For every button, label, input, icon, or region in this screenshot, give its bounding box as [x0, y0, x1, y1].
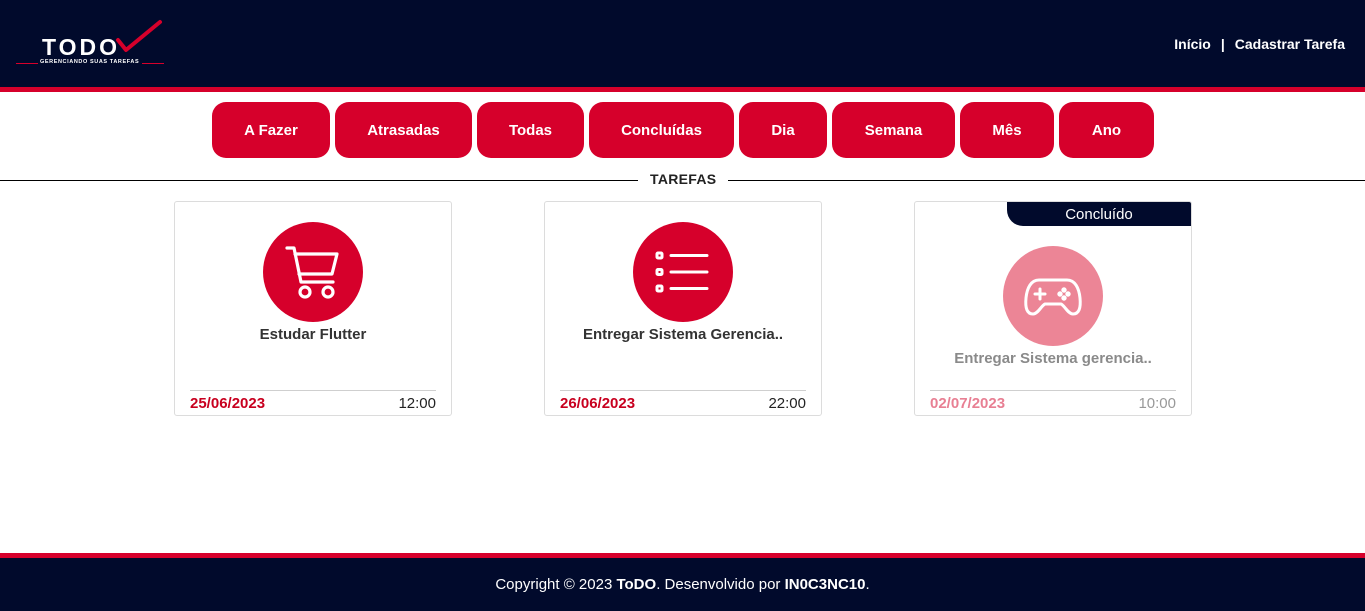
gamepad-icon — [1024, 278, 1082, 316]
task-footer-divider — [190, 390, 436, 391]
task-title: Entregar Sistema gerencia.. — [954, 350, 1152, 367]
task-card-completed[interactable]: Concluído Entregar Sistema gerencia.. 02… — [914, 201, 1192, 416]
task-date: 02/07/2023 — [930, 395, 1006, 412]
task-footer-divider — [560, 390, 806, 391]
completed-badge: Concluído — [1007, 202, 1191, 226]
logo-rule-left — [16, 63, 38, 64]
logo-subtitle: GERENCIANDO SUAS TAREFAS — [40, 59, 140, 65]
nav-home-link[interactable]: Início — [1174, 36, 1211, 52]
list-icon — [655, 251, 709, 293]
footer-brand: ToDO — [616, 576, 657, 593]
filter-todo-button[interactable]: A Fazer — [212, 102, 330, 158]
task-icon-circle — [1003, 246, 1103, 346]
filter-completed-button[interactable]: Concluídas — [589, 102, 734, 158]
filter-bar: A Fazer Atrasadas Todas Concluídas Dia S… — [212, 102, 1154, 158]
nav-register-task-link[interactable]: Cadastrar Tarefa — [1235, 36, 1345, 52]
task-card[interactable]: Entregar Sistema Gerencia.. 26/06/2023 2… — [544, 201, 822, 416]
footer-developed-by: . Desenvolvido por — [656, 576, 785, 593]
task-title: Entregar Sistema Gerencia.. — [582, 326, 784, 343]
logo[interactable]: TODO GERENCIANDO SUAS TAREFAS — [16, 18, 166, 70]
footer-copyright: Copyright © 2023 — [495, 576, 617, 593]
section-title: TAREFAS — [638, 171, 729, 187]
task-date: 25/06/2023 — [190, 395, 266, 412]
task-date: 26/06/2023 — [560, 395, 636, 412]
task-time: 10:00 — [1138, 395, 1176, 412]
shopping-cart-icon — [285, 246, 339, 299]
filter-overdue-button[interactable]: Atrasadas — [335, 102, 472, 158]
checkmark-icon — [116, 20, 162, 52]
logo-rule-right — [142, 63, 164, 64]
task-icon-circle — [633, 222, 733, 322]
task-card[interactable]: Estudar Flutter 25/06/2023 12:00 — [174, 201, 452, 416]
task-time: 12:00 — [398, 395, 436, 412]
task-icon-circle — [263, 222, 363, 322]
top-nav: Início | Cadastrar Tarefa — [1174, 36, 1345, 52]
filter-all-button[interactable]: Todas — [477, 102, 584, 158]
filter-week-button[interactable]: Semana — [832, 102, 955, 158]
header: TODO GERENCIANDO SUAS TAREFAS Início | C… — [0, 0, 1365, 87]
header-stripe — [0, 87, 1365, 92]
filter-month-button[interactable]: Mês — [960, 102, 1054, 158]
footer-author: IN0C3NC10 — [784, 576, 866, 593]
nav-separator: | — [1220, 36, 1225, 52]
footer-period: . — [865, 576, 870, 593]
logo-text: TODO — [42, 34, 121, 60]
footer: Copyright © 2023 ToDO . Desenvolvido por… — [0, 558, 1365, 611]
filter-year-button[interactable]: Ano — [1059, 102, 1154, 158]
filter-day-button[interactable]: Dia — [739, 102, 827, 158]
task-time: 22:00 — [768, 395, 806, 412]
task-title: Estudar Flutter — [259, 326, 367, 343]
task-footer-divider — [930, 390, 1176, 391]
